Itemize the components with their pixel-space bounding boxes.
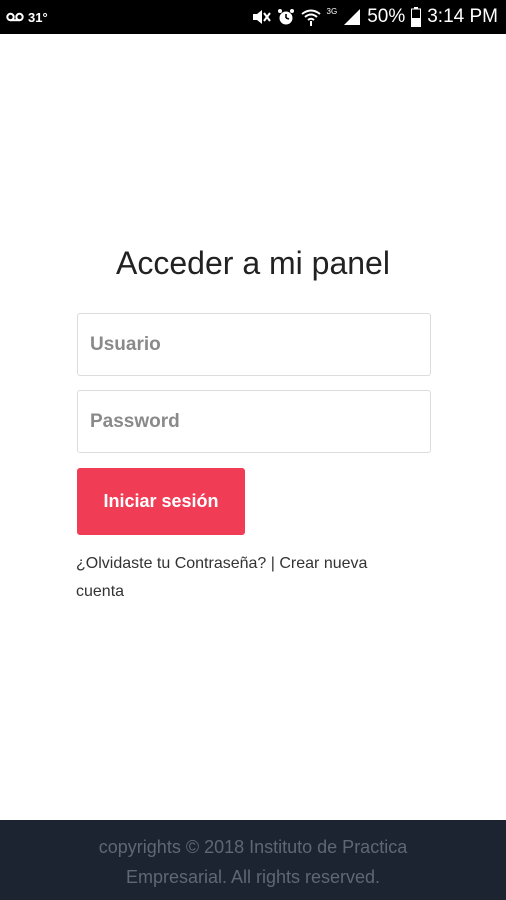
- footer-copyright-line1: copyrights © 2018 Instituto de Practica: [98, 837, 408, 857]
- username-input[interactable]: [77, 313, 431, 376]
- forgot-password-link[interactable]: ¿Olvidaste tu Contraseña?: [76, 555, 266, 572]
- account-links: ¿Olvidaste tu Contraseña? | Crear nueva …: [76, 550, 416, 606]
- clock-time: 3:14 PM: [427, 6, 498, 27]
- footer-copyright-line2: Empresarial. All rights reserved.: [125, 867, 381, 887]
- alarm-icon: [277, 8, 295, 26]
- wifi-icon: [300, 8, 321, 26]
- network-type-label: 3G: [326, 6, 338, 16]
- status-bar: 31° 3G 50% 3:14 PM: [0, 0, 506, 34]
- link-separator: |: [266, 555, 280, 572]
- footer: copyrights © 2018 Instituto de Practica …: [0, 820, 506, 900]
- temperature-text: 31°: [28, 9, 48, 25]
- status-left: 31°: [6, 10, 48, 25]
- login-button[interactable]: Iniciar sesión: [77, 468, 245, 535]
- status-right: 3G 50% 3:14 PM: [251, 6, 498, 28]
- battery-percent: 50%: [367, 6, 406, 27]
- mute-icon: [251, 8, 271, 26]
- signal-icon: [343, 8, 361, 26]
- password-input[interactable]: [77, 390, 431, 453]
- battery-icon: [411, 7, 422, 27]
- login-page: Acceder a mi panel Iniciar sesión ¿Olvid…: [0, 34, 506, 820]
- page-title: Acceder a mi panel: [116, 245, 390, 281]
- voicemail-icon: [6, 12, 24, 22]
